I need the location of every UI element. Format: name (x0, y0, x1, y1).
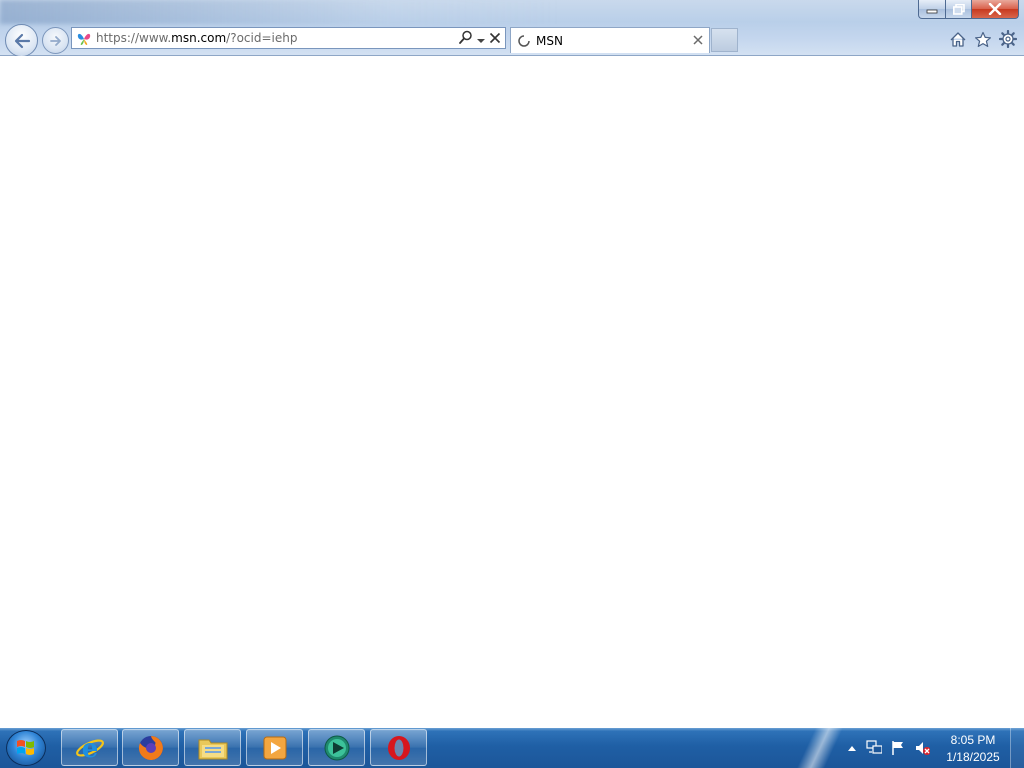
show-desktop-button[interactable] (1010, 728, 1024, 768)
media-player-icon (263, 736, 286, 759)
forward-arrow-icon (49, 35, 61, 46)
gear-icon[interactable] (998, 29, 1018, 49)
taskbar-file-explorer[interactable] (184, 729, 241, 766)
minimize-button[interactable] (918, 0, 946, 19)
forward-button[interactable] (42, 27, 69, 54)
browser-titlebar: https://www.msn.com/?ocid=iehp MSN (0, 0, 1024, 57)
volume-muted-icon[interactable] (914, 740, 930, 756)
restore-icon (952, 3, 965, 15)
close-icon (988, 3, 1002, 15)
back-button[interactable] (5, 24, 38, 57)
dropdown-arrow-icon[interactable] (477, 29, 485, 48)
firefox-icon (138, 735, 163, 760)
stop-icon[interactable] (489, 29, 501, 48)
system-clock[interactable]: 8:05 PM 1/18/2025 (930, 732, 1016, 766)
home-icon[interactable] (948, 29, 968, 49)
back-arrow-icon (14, 33, 30, 48)
network-icon[interactable] (866, 740, 882, 756)
title-blur (0, 0, 560, 24)
address-tools (459, 29, 501, 47)
url-domain: msn.com (171, 31, 227, 45)
svg-text:e: e (81, 734, 98, 763)
start-button[interactable] (6, 730, 46, 766)
file-explorer-icon (198, 739, 227, 759)
taskbar: e 8:05 PM 1/18/2025 (0, 728, 1024, 768)
tab-msn[interactable]: MSN (510, 27, 710, 53)
clock-date: 1/18/2025 (946, 750, 1000, 764)
windows-logo-icon (17, 740, 34, 755)
tab-title: MSN (536, 33, 563, 48)
msn-favicon-icon (75, 29, 93, 47)
tab-close-icon[interactable] (693, 33, 703, 49)
taskbar-media-player[interactable] (246, 729, 303, 766)
address-bar[interactable]: https://www.msn.com/?ocid=iehp (71, 27, 506, 49)
url-path: /?ocid=iehp (226, 31, 298, 45)
address-url[interactable]: https://www.msn.com/?ocid=iehp (96, 31, 297, 45)
page-content[interactable] (0, 56, 1024, 728)
opera-icon (387, 735, 410, 760)
window-controls (918, 0, 1019, 19)
action-center-flag-icon[interactable] (890, 740, 906, 756)
show-hidden-icons-icon[interactable] (844, 740, 860, 756)
loading-icon (518, 34, 530, 47)
internet-explorer-icon: e (75, 734, 104, 763)
taskbar-opera[interactable] (370, 729, 427, 766)
taskbar-glare (760, 728, 880, 768)
taskbar-media-center[interactable] (308, 729, 365, 766)
restore-button[interactable] (946, 0, 972, 19)
star-icon[interactable] (973, 29, 993, 49)
media-center-icon (324, 735, 349, 760)
minimize-icon (926, 9, 938, 14)
clock-time: 8:05 PM (950, 733, 996, 747)
taskbar-internet-explorer[interactable]: e (61, 729, 118, 766)
close-button[interactable] (972, 0, 1019, 19)
search-icon[interactable] (459, 29, 473, 48)
new-tab-button[interactable] (711, 28, 738, 52)
url-prefix: https://www. (96, 31, 172, 45)
taskbar-firefox[interactable] (122, 729, 179, 766)
